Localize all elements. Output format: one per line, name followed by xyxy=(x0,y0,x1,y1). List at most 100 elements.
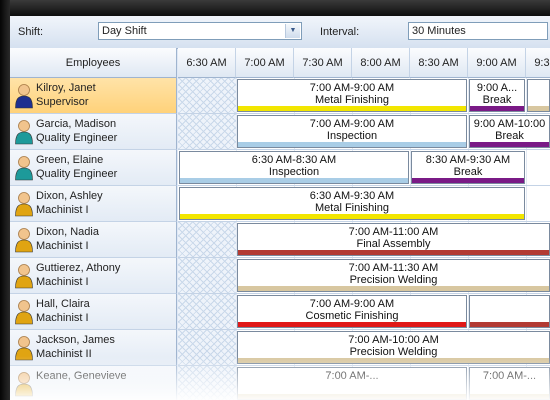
appointment-time: 8:30 AM-9:30 AM xyxy=(425,154,511,166)
chevron-down-icon[interactable]: ▼ xyxy=(285,24,300,38)
schedule-row: 6:30 AM-9:30 AM Metal Finishing xyxy=(178,186,550,222)
appointment-block[interactable] xyxy=(527,79,550,112)
machinist-person-icon xyxy=(14,335,34,361)
time-column-header: 6:30 AM xyxy=(178,48,236,78)
employee-row-header[interactable]: Garcia, Madison Quality Engineer xyxy=(10,114,177,150)
employee-title: Machinist I xyxy=(36,312,89,324)
category-color-bar xyxy=(238,322,466,327)
employee-name: Dixon, Ashley xyxy=(36,190,103,202)
category-color-bar xyxy=(238,394,466,399)
appointment-block[interactable]: 9:00 AM-10:00 Break xyxy=(469,115,550,148)
appointment-block[interactable]: 6:30 AM-9:30 AM Metal Finishing xyxy=(179,187,525,220)
machinist-person-icon xyxy=(14,371,34,397)
category-color-bar xyxy=(180,214,524,219)
appointment-time: 7:00 AM-9:00 AM xyxy=(309,298,395,310)
appointment-time: 6:30 AM-8:30 AM xyxy=(251,154,337,166)
time-column-header: 8:00 AM xyxy=(352,48,410,78)
appointment-block[interactable]: 7:00 AM-11:00 AM Final Assembly xyxy=(237,223,550,256)
appointment-time: 7:00 AM-9:00 AM xyxy=(309,118,395,130)
category-color-bar xyxy=(470,322,549,327)
appointment-task: Break xyxy=(482,94,512,106)
employee-name: Dixon, Nadia xyxy=(36,226,99,238)
appointment-time: 7:00 AM-10:00 AM xyxy=(348,334,439,346)
employee-name: Jackson, James xyxy=(36,334,115,346)
time-column-header: 8:30 AM xyxy=(410,48,468,78)
appointment-time: 7:00 AM-11:30 AM xyxy=(348,262,439,274)
employee-name: Green, Elaine xyxy=(36,154,104,166)
appointment-block[interactable]: 7:00 AM-9:00 AM Cosmetic Finishing xyxy=(237,295,467,328)
time-column-header: 7:00 AM xyxy=(236,48,294,78)
category-color-bar xyxy=(238,358,549,363)
category-color-bar xyxy=(470,106,524,111)
appointment-block[interactable]: 7:00 AM-... xyxy=(237,367,467,400)
category-color-bar xyxy=(238,250,549,255)
employee-row-header[interactable]: Guttierez, Athony Machinist I xyxy=(10,258,177,294)
appointment-block[interactable] xyxy=(469,295,550,328)
appointment-task: Cosmetic Finishing xyxy=(305,310,399,322)
time-gridline xyxy=(526,150,527,185)
unavailable-time-slot xyxy=(178,114,236,149)
time-column-header: 9:30 AM xyxy=(526,48,550,78)
category-color-bar xyxy=(470,142,549,147)
appointment-task: Metal Finishing xyxy=(315,202,389,214)
toolbar: Shift: Day Shift ▼ Interval: 30 Minutes xyxy=(10,16,550,49)
interval-label: Interval: xyxy=(320,26,360,38)
appointment-time: 7:00 AM-9:00 AM xyxy=(309,82,395,94)
appointment-block[interactable]: 7:00 AM-10:00 AM Precision Welding xyxy=(237,331,550,364)
schedule-row: 7:00 AM-9:00 AM Metal Finishing 9:00 A... B… xyxy=(178,78,550,114)
employee-row-header[interactable]: Hall, Claira Machinist I xyxy=(10,294,177,330)
schedule-row: 7:00 AM-11:30 AM Precision Welding xyxy=(178,258,550,294)
employee-row-header[interactable]: Dixon, Ashley Machinist I xyxy=(10,186,177,222)
appointment-task: Inspection xyxy=(326,130,378,142)
appointment-time: 9:00 A... xyxy=(476,82,518,94)
employee-row-header[interactable]: Green, Elaine Quality Engineer xyxy=(10,150,177,186)
category-color-bar xyxy=(238,286,549,291)
appointment-block[interactable]: 7:00 AM-9:00 AM Inspection xyxy=(237,115,467,148)
category-color-bar xyxy=(238,142,466,147)
engineer-person-icon xyxy=(14,155,34,181)
appointment-block[interactable]: 7:00 AM-9:00 AM Metal Finishing xyxy=(237,79,467,112)
employee-title: Machinist I xyxy=(36,240,89,252)
appointment-task: Break xyxy=(453,166,483,178)
machinist-person-icon xyxy=(14,263,34,289)
employee-name: Hall, Claira xyxy=(36,298,90,310)
appointment-task: Precision Welding xyxy=(349,346,438,358)
employee-row-header[interactable]: Keane, Genevieve xyxy=(10,366,177,400)
appointment-block[interactable]: 7:00 AM-11:30 AM Precision Welding xyxy=(237,259,550,292)
unavailable-time-slot xyxy=(178,330,236,365)
employee-name: Keane, Genevieve xyxy=(36,370,127,382)
appointment-block[interactable]: 7:00 AM-... xyxy=(469,367,550,400)
scheduler-window: Shift: Day Shift ▼ Interval: 30 Minutes … xyxy=(10,16,550,400)
employee-title: Machinist II xyxy=(36,348,92,360)
employee-row-header[interactable]: Kilroy, Janet Supervisor xyxy=(10,78,177,114)
machinist-person-icon xyxy=(14,299,34,325)
appointment-block[interactable]: 9:00 A... Break xyxy=(469,79,525,112)
category-color-bar xyxy=(180,178,408,183)
time-column-header: 9:00 AM xyxy=(468,48,526,78)
interval-input[interactable]: 30 Minutes xyxy=(408,22,548,40)
employees-column-header: Employees xyxy=(10,48,177,78)
employee-title: Quality Engineer xyxy=(36,132,118,144)
category-color-bar xyxy=(470,394,549,399)
category-color-bar xyxy=(238,106,466,111)
machinist-person-icon xyxy=(14,191,34,217)
employee-title: Quality Engineer xyxy=(36,168,118,180)
interval-input-value: 30 Minutes xyxy=(412,25,466,37)
appointment-task: Metal Finishing xyxy=(315,94,389,106)
unavailable-time-slot xyxy=(178,78,236,113)
category-color-bar xyxy=(528,106,549,111)
appointment-block[interactable]: 6:30 AM-8:30 AM Inspection xyxy=(179,151,409,184)
employee-row-header[interactable]: Jackson, James Machinist II xyxy=(10,330,177,366)
appointment-task: Precision Welding xyxy=(349,274,438,286)
appointment-task: Inspection xyxy=(268,166,320,178)
unavailable-time-slot xyxy=(178,222,236,257)
appointment-time: 7:00 AM-11:00 AM xyxy=(348,226,439,238)
appointment-time: 7:00 AM-... xyxy=(482,370,537,382)
monitor-bezel-left xyxy=(0,0,10,400)
supervisor-person-icon xyxy=(14,83,34,109)
employee-row-header[interactable]: Dixon, Nadia Machinist I xyxy=(10,222,177,258)
employee-title: Machinist I xyxy=(36,204,89,216)
appointment-block[interactable]: 8:30 AM-9:30 AM Break xyxy=(411,151,525,184)
shift-select[interactable]: Day Shift ▼ xyxy=(98,22,302,40)
shift-label: Shift: xyxy=(18,26,44,38)
